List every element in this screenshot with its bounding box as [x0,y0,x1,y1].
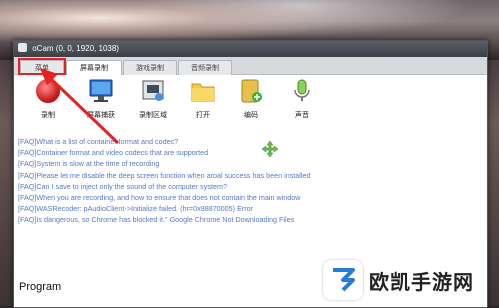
watermark: 欧凯手游网 [323,260,493,300]
watermark-logo-icon [323,260,363,300]
watermark-text: 欧凯手游网 [369,270,474,294]
